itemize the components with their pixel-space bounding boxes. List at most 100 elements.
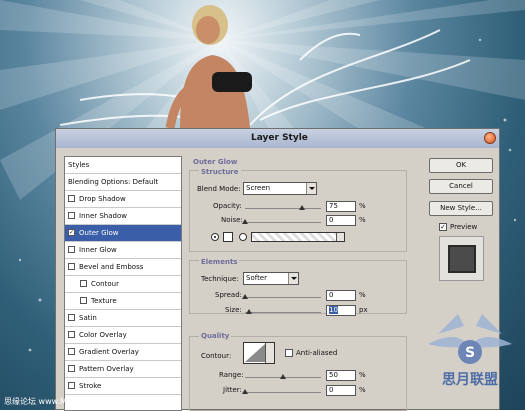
style-list-label: Bevel and Emboss (79, 263, 144, 271)
gradient-picker[interactable] (251, 232, 345, 242)
style-checkbox[interactable] (68, 263, 75, 270)
noise-unit: % (359, 216, 366, 224)
chevron-down-icon[interactable] (306, 183, 316, 194)
preview-checkbox[interactable]: ✓ (439, 223, 447, 231)
spread-unit: % (359, 291, 366, 299)
style-list-item[interactable]: Drop Shadow (65, 191, 181, 208)
svg-text:S: S (465, 345, 475, 361)
range-slider[interactable] (245, 374, 321, 379)
style-checkbox[interactable] (68, 331, 75, 338)
style-list-item[interactable]: Gradient Overlay (65, 344, 181, 361)
antialiased-checkbox[interactable] (285, 349, 293, 357)
style-checkbox[interactable]: ✓ (68, 229, 75, 236)
size-slider[interactable] (245, 309, 321, 314)
dialog-titlebar[interactable]: Layer Style (56, 129, 499, 148)
noise-slider-thumb[interactable] (242, 219, 248, 224)
section-title: Outer Glow (193, 158, 238, 166)
style-list-label: Outer Glow (79, 229, 119, 237)
chevron-down-icon[interactable] (336, 233, 344, 241)
ok-button[interactable]: OK (429, 158, 493, 173)
style-preview (439, 236, 484, 281)
dialog-title: Layer Style (251, 133, 308, 143)
technique-label: Technique: (201, 275, 239, 283)
style-checkbox[interactable] (68, 246, 75, 253)
new-style-button[interactable]: New Style... (429, 201, 493, 216)
glow-color-swatch[interactable] (223, 232, 233, 242)
style-list-label: Inner Shadow (79, 212, 127, 220)
style-list-label: Blending Options: Default (68, 178, 159, 186)
blend-mode-value: Screen (246, 184, 271, 192)
style-list-item[interactable]: ✓ Outer Glow (65, 225, 181, 242)
opacity-slider-thumb[interactable] (299, 205, 305, 210)
preview-swatch (448, 245, 476, 273)
size-input[interactable]: 10 (326, 305, 356, 316)
gradient-radio[interactable] (239, 233, 247, 241)
style-list-item[interactable]: Pattern Overlay (65, 361, 181, 378)
range-slider-thumb[interactable] (280, 374, 286, 379)
size-slider-thumb[interactable] (246, 309, 252, 314)
elements-group (189, 260, 407, 314)
opacity-input[interactable]: 75 (326, 201, 356, 212)
opacity-unit: % (359, 202, 366, 210)
cancel-button[interactable]: Cancel (429, 179, 493, 194)
jitter-slider[interactable] (242, 389, 321, 394)
style-list-label: Stroke (79, 382, 102, 390)
range-input[interactable]: 50 (326, 370, 356, 381)
style-list-item[interactable]: Color Overlay (65, 327, 181, 344)
solid-color-radio[interactable] (211, 233, 219, 241)
chevron-down-icon[interactable] (265, 343, 274, 363)
watermark-text: 思缘论坛 www.MISSYUAN.com (4, 397, 122, 406)
style-list-item[interactable]: Contour (65, 276, 181, 293)
style-list-item[interactable]: Bevel and Emboss (65, 259, 181, 276)
outer-glow-panel: Outer Glow Structure Blend Mode: Screen … (189, 156, 407, 411)
spread-slider-thumb[interactable] (242, 294, 248, 299)
technique-select[interactable]: Softer (243, 272, 299, 285)
size-label: Size: (225, 306, 242, 314)
style-list-item[interactable]: Satin (65, 310, 181, 327)
contour-picker[interactable] (243, 342, 275, 364)
preview-label: Preview (450, 223, 478, 231)
range-label: Range: (219, 371, 244, 379)
style-list-label: Styles (68, 161, 90, 169)
style-checkbox[interactable] (68, 348, 75, 355)
noise-slider[interactable] (242, 219, 321, 224)
jitter-label: Jitter: (223, 386, 242, 394)
style-checkbox[interactable] (68, 365, 75, 372)
styles-list: Styles Blending Options: Default Drop Shad… (64, 156, 182, 411)
spread-input[interactable]: 0 (326, 290, 356, 301)
noise-label: Noise: (221, 216, 243, 224)
blend-mode-select[interactable]: Screen (243, 182, 317, 195)
style-checkbox[interactable] (80, 280, 87, 287)
style-list-item[interactable]: Inner Shadow (65, 208, 181, 225)
style-checkbox[interactable] (68, 195, 75, 202)
surfer-figure (165, 5, 252, 128)
watermark-logo-text: 思月联盟 (442, 372, 498, 388)
contour-curve-icon (245, 344, 265, 362)
style-list-item[interactable]: Stroke (65, 378, 181, 395)
style-checkbox[interactable] (68, 212, 75, 219)
style-checkbox[interactable] (68, 314, 75, 321)
noise-input[interactable]: 0 (326, 215, 356, 226)
style-checkbox[interactable] (68, 382, 75, 389)
chevron-down-icon[interactable] (288, 273, 298, 284)
antialiased-label: Anti-aliased (296, 349, 338, 357)
style-checkbox[interactable] (80, 297, 87, 304)
style-list-label: Pattern Overlay (79, 365, 134, 373)
style-list-item[interactable]: Texture (65, 293, 181, 310)
range-unit: % (359, 371, 366, 379)
style-list-item[interactable]: Styles (65, 157, 181, 174)
quality-title: Quality (199, 332, 232, 340)
style-list-label: Inner Glow (79, 246, 117, 254)
spread-slider[interactable] (242, 294, 321, 299)
size-unit: px (359, 306, 368, 314)
style-list-item[interactable]: Blending Options: Default (65, 174, 181, 191)
close-button[interactable] (484, 132, 496, 144)
style-list-label: Contour (91, 280, 119, 288)
style-list-item[interactable]: Inner Glow (65, 242, 181, 259)
jitter-slider-thumb[interactable] (242, 389, 248, 394)
spread-label: Spread: (215, 291, 243, 299)
structure-title: Structure (199, 168, 241, 176)
opacity-slider[interactable] (245, 205, 321, 210)
size-value: 10 (329, 306, 338, 314)
jitter-input[interactable]: 0 (326, 385, 356, 396)
